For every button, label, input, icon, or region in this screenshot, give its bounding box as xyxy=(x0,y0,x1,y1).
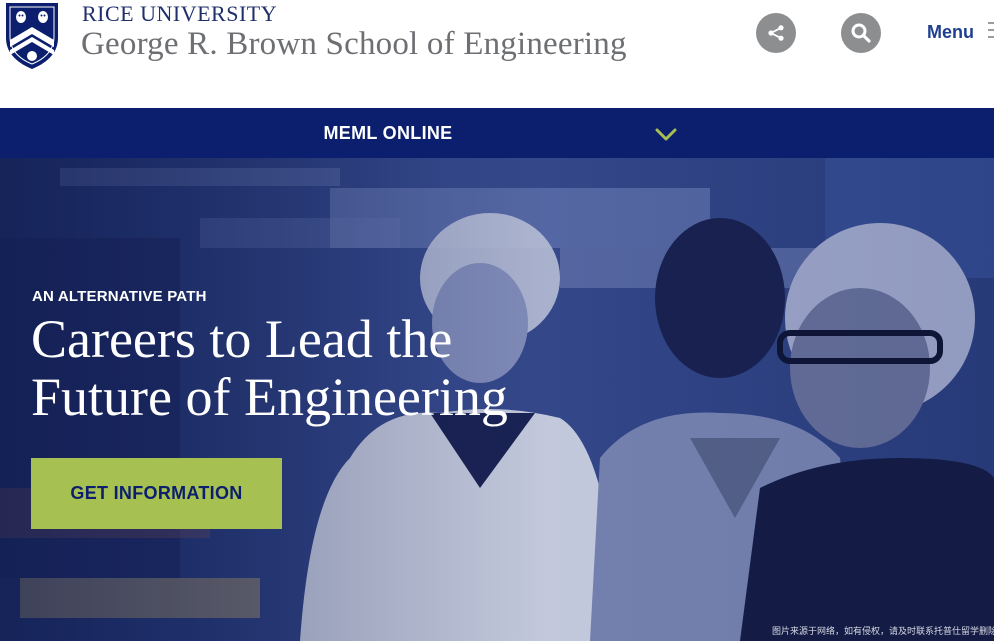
hero-headline: Careers to Lead the Future of Engineerin… xyxy=(31,310,671,426)
headline-line-2: Future of Engineering xyxy=(31,367,508,427)
school-name[interactable]: George R. Brown School of Engineering xyxy=(81,26,627,63)
headline-line-1: Careers to Lead the xyxy=(31,309,453,369)
hero-banner: AN ALTERNATIVE PATH Careers to Lead the … xyxy=(0,158,994,641)
site-header: RICE UNIVERSITY George R. Brown School o… xyxy=(0,0,994,108)
search-button[interactable] xyxy=(841,13,881,53)
hamburger-icon[interactable] xyxy=(988,22,994,42)
share-button[interactable] xyxy=(756,13,796,53)
menu-button[interactable]: Menu xyxy=(927,22,974,43)
share-icon xyxy=(768,25,784,41)
get-information-button[interactable]: GET INFORMATION xyxy=(31,458,282,529)
hero-eyebrow: AN ALTERNATIVE PATH xyxy=(32,288,207,305)
university-name[interactable]: RICE UNIVERSITY xyxy=(82,1,277,27)
image-caption: 图片来源于网络，如有侵权，请及时联系托普仕留学删除 xyxy=(772,626,994,636)
search-icon xyxy=(851,23,871,43)
section-nav-toggle[interactable]: MEML ONLINE xyxy=(0,108,994,158)
chevron-down-icon[interactable] xyxy=(655,128,677,142)
rice-shield-logo[interactable] xyxy=(2,0,62,70)
